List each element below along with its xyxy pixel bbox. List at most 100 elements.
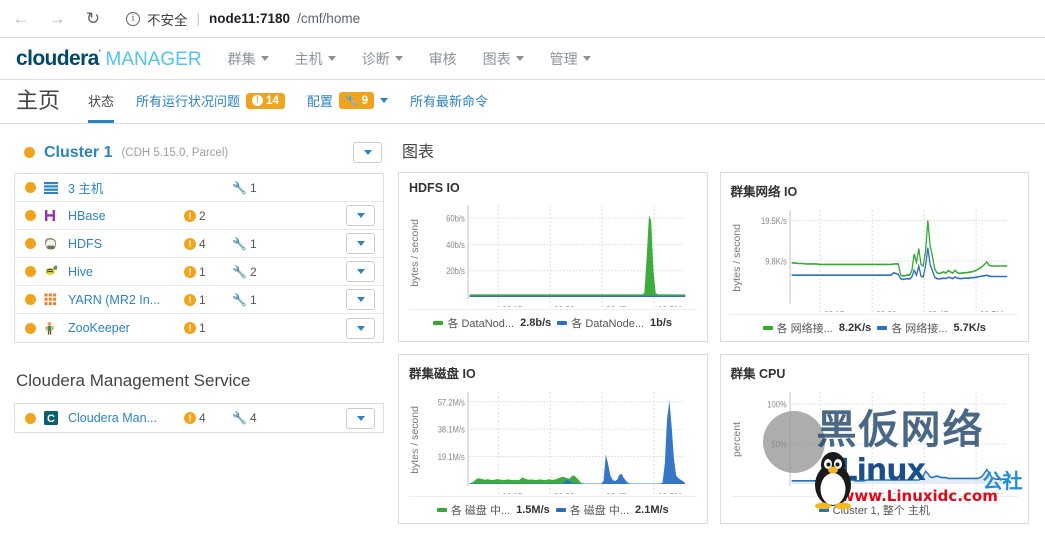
- config-issue-count[interactable]: 🔧 2: [232, 265, 272, 279]
- legend-value: 8.2K/s: [838, 322, 872, 334]
- legend-item[interactable]: 各 磁盘 中... 1.5M/s: [436, 502, 550, 518]
- config-issue-count[interactable]: 🔧 1: [232, 237, 272, 251]
- cluster-name[interactable]: Cluster 1: [44, 144, 112, 162]
- y-tick-label: 9.8K/s: [765, 256, 787, 267]
- health-issue-count[interactable]: ! 4: [184, 411, 224, 425]
- service-name[interactable]: Cloudera Man...: [68, 411, 176, 425]
- legend-value: 2.8b/s: [520, 317, 552, 329]
- nav-label: 图表: [482, 50, 511, 67]
- service-actions-dropdown[interactable]: [346, 261, 375, 282]
- config-issue-count[interactable]: 🔧 1: [232, 181, 272, 195]
- tab-all-recent-commands[interactable]: 所有最新命令: [410, 91, 488, 123]
- health-issue-count[interactable]: ! 1: [184, 265, 224, 279]
- service-row[interactable]: 3 主机 🔧 1: [15, 174, 383, 202]
- legend-swatch: [555, 508, 566, 512]
- service-name[interactable]: HBase: [68, 209, 176, 223]
- status-dot: [24, 147, 35, 158]
- back-arrow-icon[interactable]: ←: [10, 8, 32, 30]
- chevron-down-icon: [356, 415, 365, 421]
- wrench-icon: 🔧: [232, 292, 247, 307]
- badge-count: 9: [361, 94, 368, 107]
- service-row[interactable]: HDFS ! 4 🔧 1: [15, 230, 383, 258]
- chart-card[interactable]: 群集 CPU percent 50% 100% 09:15 09:30 09:45 10 PM…: [719, 354, 1029, 524]
- service-row[interactable]: ZooKeeper ! 1: [15, 314, 383, 342]
- logo-cloudera-text: cloudera: [16, 46, 99, 70]
- y-tick-label: 50%: [771, 439, 787, 450]
- chart-legend: 各 网络接... 8.2K/s 各 网络接... 5.7K/s: [730, 314, 1018, 336]
- service-row[interactable]: HBase ! 2: [15, 202, 383, 230]
- chevron-down-icon[interactable]: [379, 98, 388, 103]
- tab-configuration[interactable]: 配置 🔧 9: [307, 91, 388, 123]
- exclamation-icon: !: [252, 95, 264, 106]
- status-dot: [25, 266, 36, 277]
- status-dot: [25, 210, 36, 221]
- config-issue-count[interactable]: 🔧 4: [232, 411, 272, 425]
- address-bar[interactable]: i 不安全 | node11:7180/cmf/home: [118, 9, 1035, 29]
- chart-legend: Cluster 1, 整个 主机: [730, 496, 1018, 518]
- tab-status[interactable]: 状态: [88, 91, 115, 123]
- legend-value: 1b/s: [650, 317, 673, 329]
- service-name[interactable]: HDFS: [68, 237, 176, 251]
- nav-item-administration[interactable]: 管理: [550, 49, 591, 69]
- service-name[interactable]: Hive: [68, 265, 176, 279]
- chevron-down-icon: [356, 241, 365, 246]
- health-issue-count[interactable]: ! 1: [184, 293, 224, 307]
- health-issue-count[interactable]: ! 1: [184, 321, 224, 335]
- x-tick-label: 09:30: [876, 309, 896, 312]
- chart-title: 群集 CPU: [730, 367, 786, 381]
- charts-section-title: 图表: [402, 144, 435, 161]
- count-value: 2: [249, 264, 257, 279]
- chart-series-area: [469, 215, 686, 297]
- cloudera-manager-logo[interactable]: cloudera' MANAGER: [16, 47, 202, 71]
- badge-count: 14: [266, 94, 279, 107]
- chart-card[interactable]: HDFS IO bytes / second 20b/s 40b/s 60b/s 09:1…: [398, 172, 708, 342]
- service-actions-dropdown[interactable]: [346, 407, 375, 429]
- tab-all-health-issues[interactable]: 所有运行状况问题 ! 14: [136, 91, 285, 123]
- nav-item-audits[interactable]: 审核: [429, 49, 457, 69]
- chevron-down-icon: [356, 213, 365, 218]
- service-name[interactable]: YARN (MR2 In...: [68, 293, 176, 307]
- config-issue-count[interactable]: 🔧 1: [232, 293, 272, 307]
- legend-value: 1.5M/s: [516, 504, 550, 516]
- tab-label: 配置: [306, 94, 333, 109]
- exclamation-icon: !: [184, 293, 196, 306]
- x-tick-label: 09:15: [824, 491, 844, 494]
- service-row[interactable]: Hive ! 1 🔧 2: [15, 258, 383, 286]
- y-tick-label: 100%: [767, 399, 787, 410]
- cluster-actions-dropdown[interactable]: [353, 142, 382, 163]
- service-actions-dropdown[interactable]: [346, 317, 375, 339]
- count-value: 4: [249, 411, 257, 425]
- legend-item[interactable]: 各 磁盘 中... 2.1M/s: [555, 502, 669, 518]
- nav-item-charts[interactable]: 图表: [483, 49, 524, 69]
- legend-item[interactable]: Cluster 1, 整个 主机: [818, 502, 930, 518]
- legend-swatch: [436, 508, 447, 512]
- chart-title: 群集网络 IO: [730, 185, 798, 199]
- health-issue-count[interactable]: ! 4: [184, 237, 224, 251]
- service-row[interactable]: YARN (MR2 In... ! 1 🔧 1: [15, 286, 383, 314]
- cloudera-top-nav: cloudera' MANAGER 群集 主机 诊断 审核 图表 管理: [0, 38, 1045, 80]
- health-issue-count[interactable]: ! 2: [184, 209, 224, 223]
- x-tick-label: 09:30: [554, 491, 574, 494]
- legend-label: 各 DataNode...: [571, 318, 645, 330]
- forward-arrow-icon[interactable]: →: [46, 8, 68, 30]
- legend-item[interactable]: 各 网络接... 5.7K/s: [877, 320, 986, 336]
- chevron-down-icon: [356, 297, 365, 302]
- nav-item-clusters[interactable]: 群集: [228, 49, 269, 69]
- legend-item[interactable]: 各 DataNod... 2.8b/s: [433, 315, 551, 331]
- chart-card[interactable]: 群集网络 IO bytes / second 9.8K/s 19.5K/s 09:15 0…: [719, 172, 1029, 342]
- legend-item[interactable]: 各 网络接... 8.2K/s: [762, 320, 872, 336]
- nav-item-diagnostics[interactable]: 诊断: [362, 49, 403, 69]
- reload-icon[interactable]: ↻: [82, 8, 104, 30]
- service-row[interactable]: C Cloudera Man... ! 4 🔧 4: [15, 404, 383, 432]
- nav-item-hosts[interactable]: 主机: [295, 49, 336, 69]
- site-info-icon[interactable]: i: [126, 11, 140, 26]
- legend-item[interactable]: 各 DataNode... 1b/s: [557, 315, 672, 331]
- service-name[interactable]: 3 主机: [68, 178, 176, 197]
- service-actions-dropdown[interactable]: [346, 205, 375, 226]
- service-name[interactable]: ZooKeeper: [68, 321, 176, 335]
- service-actions-dropdown[interactable]: [346, 233, 375, 254]
- status-dot: [25, 322, 36, 334]
- svg-text:C: C: [47, 413, 55, 425]
- service-actions-dropdown[interactable]: [346, 289, 375, 310]
- chart-card[interactable]: 群集磁盘 IO bytes / second 19.1M/s 38.1M/s 57.2M…: [398, 354, 708, 524]
